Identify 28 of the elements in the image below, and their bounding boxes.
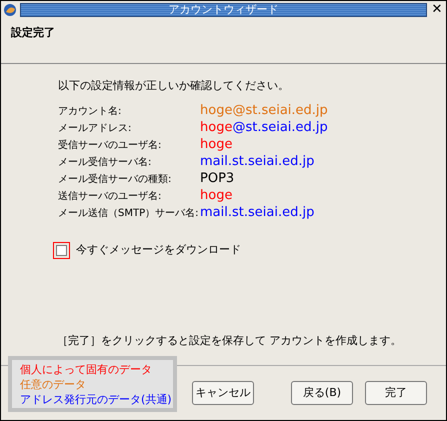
- field-label: メール送信（SMTP）サーバ名:: [58, 206, 200, 220]
- dialog-button[interactable]: 戻る(B): [291, 381, 353, 405]
- footer-note: ［完了］をクリックすると設定を保存して アカウントを作成します。: [57, 332, 402, 348]
- intro-text: 以下の設定情報が正しいか確認してください。: [58, 78, 290, 94]
- field-value: hoge@st.seiai.ed.jp: [200, 102, 328, 120]
- close-button[interactable]: ✕: [430, 3, 444, 17]
- field-value: hoge: [200, 136, 232, 154]
- field-value: hoge: [200, 187, 232, 206]
- window-title: アカウントウィザード: [20, 3, 427, 17]
- checkbox-label: 今すぐメッセージをダウンロード: [76, 242, 241, 258]
- field-label: アカウント名:: [58, 104, 122, 118]
- legend-entry: 任意のデータ: [20, 376, 87, 392]
- field-label: メールアドレス:: [58, 122, 132, 136]
- field-label: メール受信サーバの種類:: [58, 172, 172, 186]
- field-label: 受信サーバのユーザ名:: [58, 138, 162, 152]
- app-logo-icon: [3, 3, 17, 17]
- dialog-button[interactable]: キャンセル: [192, 381, 254, 405]
- field-value: POP3: [200, 170, 234, 188]
- field-label: メール受信サーバ名:: [58, 156, 152, 170]
- checkbox[interactable]: [53, 242, 70, 258]
- page-heading: 設定完了: [10, 25, 56, 41]
- legend-entry: アドレス発行元のデータ(共通): [20, 392, 173, 406]
- field-value: hoge@st.seiai.ed.jp: [200, 119, 328, 138]
- dialog-button[interactable]: 完了: [365, 381, 427, 405]
- field-label: 送信サーバのユーザ名:: [58, 190, 162, 204]
- field-value: mail.st.seiai.ed.jp: [200, 153, 314, 172]
- field-value: mail.st.seiai.ed.jp: [200, 204, 314, 222]
- legend-entry: 個人によって固有のデータ: [20, 362, 153, 376]
